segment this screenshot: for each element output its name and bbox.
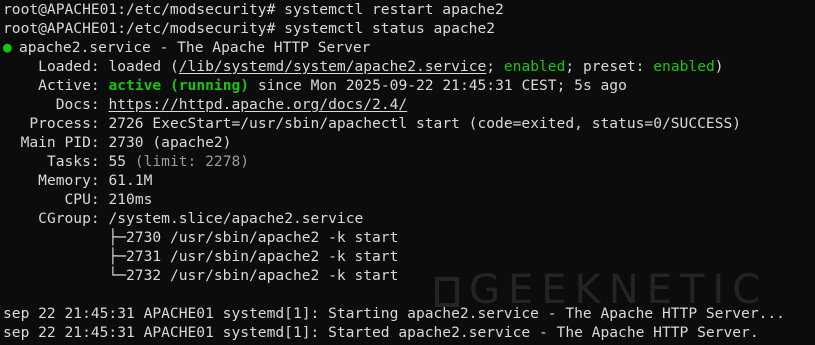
process-tree-text: ├─2730 /usr/sbin/apache2 -k start [108,229,399,246]
memory-value: 61.1M [108,172,153,189]
mainpid-value: 2730 (apache2) [108,134,232,151]
cgroup-row: CGroup: /system.slice/apache2.service [3,209,363,228]
journal-log-text: sep 22 21:45:31 APACHE01 systemd[1]: Sta… [3,324,759,341]
docs-row: Docs: https://httpd.apache.org/docs/2.4/ [3,95,407,114]
loaded-label: Loaded: [38,58,100,75]
active-label: Active: [38,77,100,94]
service-title: apache2.service - The Apache HTTP Server [19,39,371,56]
memory-label: Memory: [38,172,100,189]
loaded-prefix: loaded ( [108,58,179,75]
command-line-restart: root@APACHE01:/etc/modsecurity# systemct… [3,0,504,19]
active-since: since Mon 2025-09-22 21:45:31 CEST; 5s a… [257,77,627,94]
process-tree-item: ├─2731 /usr/sbin/apache2 -k start [3,247,398,266]
command-line-status: root@APACHE01:/etc/modsecurity# systemct… [3,19,495,38]
active-state: active (running) [108,77,250,94]
cpu-row: CPU: 210ms [3,190,153,209]
docs-link[interactable]: https://httpd.apache.org/docs/2.4/ [108,96,407,113]
mainpid-row: Main PID: 2730 (apache2) [3,133,232,152]
mainpid-label: Main PID: [20,134,100,151]
process-label: Process: [29,115,100,132]
active-row: Active: active (running) since Mon 2025-… [3,76,627,95]
loaded-close: ) [714,58,724,75]
memory-row: Memory: 61.1M [3,171,152,190]
preset-status: enabled [653,58,715,75]
loaded-row: Loaded: loaded (/lib/systemd/system/apac… [3,57,724,76]
loaded-separator: ; [486,58,504,75]
preset-label: ; preset: [565,58,654,75]
tasks-limit: (limit: 2278) [134,153,250,170]
active-dot-icon: ● [3,39,12,56]
enabled-status: enabled [503,58,566,75]
command-text: root@APACHE01:/etc/modsecurity# systemct… [3,1,504,18]
process-tree-text: └─2732 /usr/sbin/apache2 -k start [108,267,399,284]
process-tree-item: ├─2730 /usr/sbin/apache2 -k start [3,228,398,247]
cpu-label: CPU: [64,191,100,208]
process-row: Process: 2726 ExecStart=/usr/sbin/apache… [3,114,741,133]
process-tree-text: ├─2731 /usr/sbin/apache2 -k start [108,248,399,265]
tasks-row: Tasks: 55 (limit: 2278) [3,152,249,171]
journal-log-line: sep 22 21:45:31 APACHE01 systemd[1]: Sta… [3,323,759,342]
cgroup-label: CGroup: [38,210,100,227]
tasks-label: Tasks: [46,153,100,170]
watermark-logo: GEEKNETIC [435,270,768,310]
watermark-logo-icon [435,277,459,307]
service-header: ● apache2.service - The Apache HTTP Serve… [3,38,370,57]
tasks-value: 55 [108,153,127,170]
docs-label: Docs: [55,96,100,113]
cgroup-value: /system.slice/apache2.service [108,210,364,227]
process-tree-item: └─2732 /usr/sbin/apache2 -k start [3,266,398,285]
command-text: root@APACHE01:/etc/modsecurity# systemct… [3,20,496,37]
cpu-value: 210ms [108,191,153,208]
process-value: 2726 ExecStart=/usr/sbin/apachectl start… [108,115,742,132]
watermark-text: GEEKNETIC [469,267,769,313]
unit-file-path: /lib/systemd/system/apache2.service [178,58,487,75]
